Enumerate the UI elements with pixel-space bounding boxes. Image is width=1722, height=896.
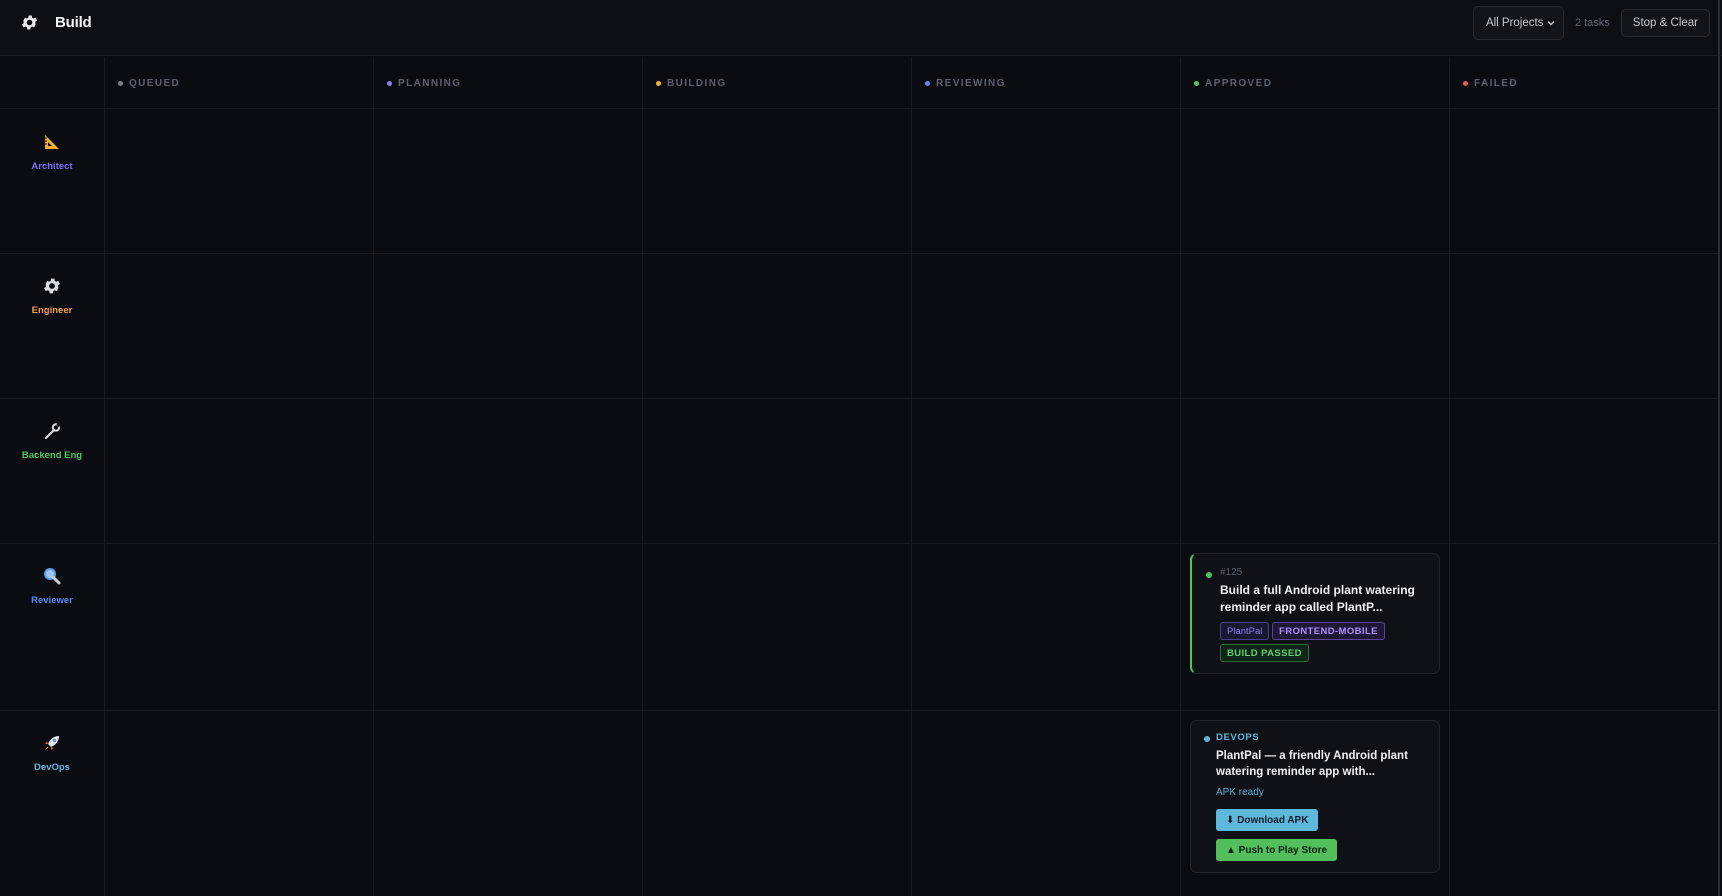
project-filter-value: All Projects (1485, 17, 1544, 29)
top-bar: Build All Projects 2 tasks Stop & Clear (0, 0, 1722, 56)
column-label: APPROVED (1205, 77, 1273, 89)
stop-clear-button[interactable]: Stop & Clear (1620, 9, 1710, 37)
column-headers: QUEUED PLANNING BUILDING REVIEWING APPRO… (0, 57, 1720, 109)
brand: Build (20, 13, 92, 32)
agent-name: Backend Eng (21, 450, 83, 461)
project-tag: PlantPal (1220, 622, 1270, 640)
page-title: Build (55, 14, 92, 31)
status-dot (387, 80, 392, 86)
triangle-ruler-icon (45, 135, 59, 149)
grid-line (642, 57, 643, 896)
top-actions: All Projects 2 tasks Stop & Clear (1472, 6, 1710, 40)
devops-title-line: PlantPal — a friendly Android plant (1216, 750, 1408, 762)
agent-reviewer: Reviewer (0, 566, 104, 606)
grid-line (104, 57, 105, 896)
push-play-store-button[interactable]: ▲ Push to Play Store (1216, 839, 1338, 861)
role-label: DEVOPS (1216, 732, 1260, 743)
agent-name: Reviewer (31, 595, 73, 606)
chevron-down-icon (1547, 21, 1555, 26)
agent-backend-eng: Backend Eng (0, 421, 104, 461)
column-label: PLANNING (398, 77, 462, 89)
scrollbar-track (1718, 0, 1720, 896)
download-apk-button[interactable]: ⬇ Download APK (1216, 809, 1319, 831)
task-count: 2 tasks (1574, 17, 1610, 29)
column-queued: QUEUED (105, 57, 180, 109)
column-label: FAILED (1474, 77, 1518, 89)
agent-architect: Architect (0, 132, 104, 172)
task-card-125[interactable]: #125 Build a full Android plant watering… (1190, 553, 1440, 674)
grid-line (373, 57, 374, 896)
role-tag: FRONTEND-MOBILE (1272, 622, 1385, 640)
task-title-line: reminder app called PlantP... (1220, 600, 1383, 614)
devops-title-line: watering reminder app with... (1216, 766, 1376, 778)
agent-name: Architect (31, 161, 73, 172)
grid-line (0, 710, 1720, 711)
wrench-icon (44, 423, 61, 440)
gear-icon (21, 15, 38, 30)
agent-name: Engineer (31, 305, 73, 316)
grid-line (1180, 57, 1181, 896)
column-label: QUEUED (129, 77, 181, 89)
agent-devops: DevOps (0, 733, 104, 773)
column-label: BUILDING (667, 77, 727, 89)
status-dot (1463, 80, 1468, 86)
rocket-icon (45, 736, 59, 750)
devops-card[interactable]: DEVOPS PlantPal — a friendly Android pla… (1190, 720, 1440, 873)
project-filter-select[interactable]: All Projects (1472, 6, 1564, 40)
column-planning: PLANNING (374, 57, 461, 109)
agent-engineer: Engineer (0, 276, 104, 316)
status-dot (1194, 80, 1199, 86)
gear-icon (44, 278, 60, 294)
column-label: REVIEWING (936, 77, 1006, 89)
devops-title: PlantPal — a friendly Android plant wate… (1216, 748, 1436, 780)
grid-line (1449, 57, 1450, 896)
task-title: Build a full Android plant watering remi… (1220, 582, 1435, 616)
task-title-line: Build a full Android plant watering (1220, 583, 1415, 597)
column-reviewing: REVIEWING (912, 57, 1006, 109)
column-building: BUILDING (643, 57, 727, 109)
task-id: #125 (1220, 567, 1243, 578)
column-approved: APPROVED (1181, 57, 1272, 109)
status-dot (656, 80, 661, 86)
column-failed: FAILED (1450, 57, 1518, 109)
grid-line (0, 253, 1720, 254)
status-dot (1204, 736, 1210, 742)
status-dot (925, 80, 930, 86)
magnifier-icon (44, 568, 61, 585)
status-badge: BUILD PASSED (1220, 644, 1309, 662)
grid-line (0, 543, 1720, 544)
agent-name: DevOps (34, 762, 70, 773)
grid-line (911, 57, 912, 896)
status-dot (118, 80, 123, 86)
status-dot (1206, 572, 1212, 578)
apk-status: APK ready (1216, 787, 1264, 798)
grid-line (0, 398, 1720, 399)
